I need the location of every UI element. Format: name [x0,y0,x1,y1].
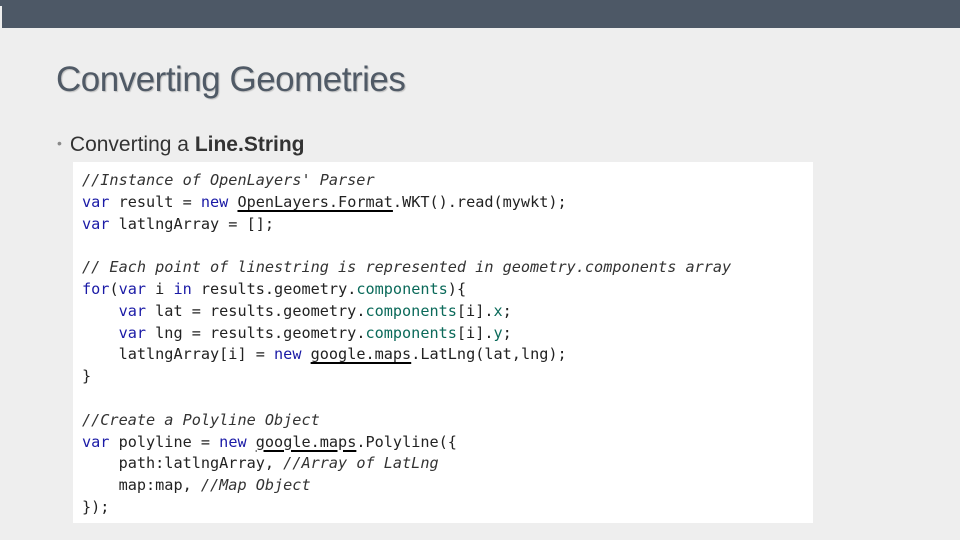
code-comment: //Array of LatLng [283,454,439,473]
top-bar [0,0,960,28]
property-text: x [493,301,503,320]
code-text: lng = results.geometry. [146,323,366,342]
code-comment: //Create a Polyline Object [82,410,320,429]
code-text: .LatLng(lat,lng); [411,345,567,364]
keyword: new [274,345,302,364]
code-comment: //Map Object [200,476,311,495]
code-text: [i]. [456,323,494,342]
code-text: ; [502,323,512,342]
code-text: latlngArray = []; [109,214,275,233]
bullet-emphasis: Line.String [194,133,305,156]
namespace-text: google.maps [310,345,412,364]
code-text: .Polyline({ [356,432,457,451]
code-listing: //Instance of OpenLayers' Parser var res… [82,170,731,519]
code-text: map:map, [118,476,201,495]
keyword: new [219,432,247,451]
property-text: components [365,323,457,342]
bullet-icon: • [57,135,62,151]
code-text: lat = results.geometry. [146,301,366,320]
property-text: components [356,279,448,298]
code-text: } [82,367,92,386]
keyword: var [118,323,147,342]
code-text: }); [82,497,110,516]
code-text: ){ [447,279,467,298]
property-text: components [365,301,457,320]
bullet-item: • Converting a Line.String [57,133,304,157]
keyword: for [82,279,110,298]
bullet-text: Converting a [69,133,195,156]
keyword: var [82,214,110,233]
code-text: i [146,279,174,298]
code-text: ; [502,301,512,320]
keyword: var [82,432,110,451]
top-bar-marker [0,6,2,28]
code-text: .WKT().read(mywkt); [392,192,567,211]
code-block: //Instance of OpenLayers' Parser var res… [73,162,813,523]
code-text: polyline = [109,432,220,451]
code-comment: // Each point of linestring is represent… [82,258,732,277]
code-text: latlngArray[i] = [118,345,275,364]
keyword: var [118,301,147,320]
keyword: var [118,279,147,298]
namespace-text: google.maps [255,432,357,451]
property-text: y [493,323,503,342]
keyword: new [200,192,229,211]
code-text: result = [109,192,201,211]
slide-title: Converting Geometries [56,60,406,99]
code-text: results.geometry. [191,279,357,298]
code-text: [i]. [456,301,494,320]
code-text: path:latlngArray, [118,454,284,473]
keyword: var [82,192,110,211]
code-comment: //Instance of OpenLayers' Parser [82,171,375,189]
code-text: ( [109,279,119,298]
namespace-text: OpenLayers.Format [237,192,393,211]
keyword: in [173,279,192,298]
